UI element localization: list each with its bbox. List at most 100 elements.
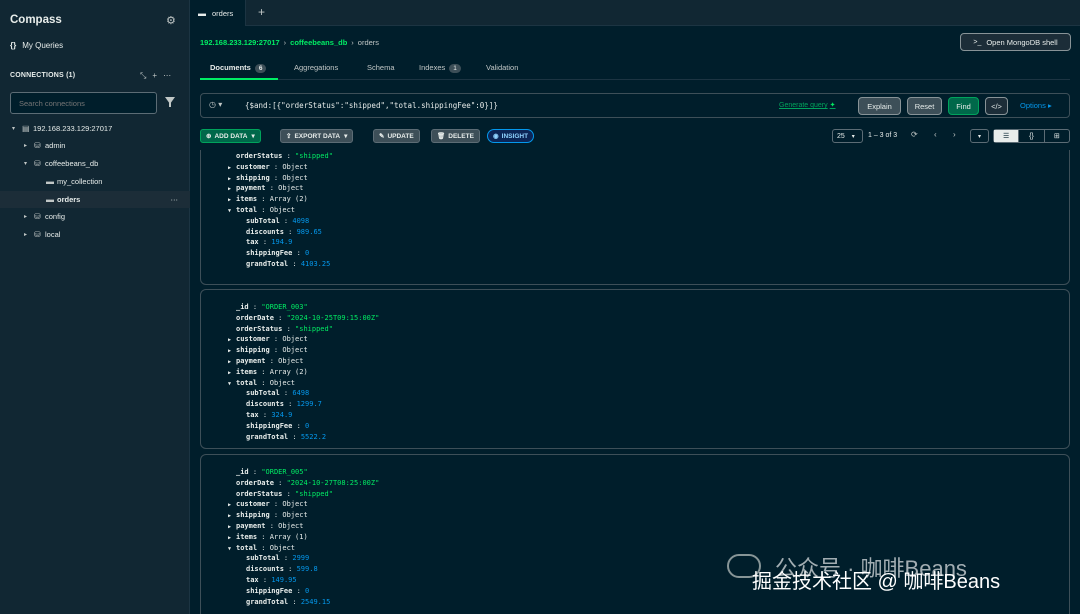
tab-schema[interactable]: Schema [367,63,395,72]
next-page-icon[interactable]: › [953,130,956,139]
search-connections-input[interactable] [10,92,157,114]
expand-icon[interactable]: ▶ [228,524,236,530]
document-field-grandtotal[interactable]: grandTotal : 2549.15 [246,598,330,606]
document-card[interactable]: orderStatus : "shipped" ▶ customer : Objec… [200,150,1070,285]
document-field-total[interactable]: ▼ total : Object [228,206,295,214]
document-field-items[interactable]: ▶ items : Array (2) [228,195,308,203]
expand-icon[interactable]: ▶ [228,165,236,171]
document-field-shipping[interactable]: ▶ shipping : Object [228,346,308,354]
chevron-down-icon[interactable]: ▾ [12,125,22,132]
filter-icon[interactable] [165,97,175,107]
document-field-shippingfee[interactable]: shippingFee : 0 [246,249,309,257]
tree-item-192-168-233-129-27017[interactable]: ▾ ▤ 192.168.233.129:27017 [0,120,190,137]
document-field-orderstatus[interactable]: orderStatus : "shipped" [228,325,333,333]
chevron-down-icon[interactable]: ▾ [24,160,34,167]
tree-item-local[interactable]: ▸ ⛁ local [0,226,190,243]
collapse-icon[interactable]: ▼ [228,546,236,552]
tree-item-admin[interactable]: ▸ ⛁ admin [0,137,190,154]
find-button[interactable]: Find [948,97,979,115]
export-data-button[interactable]: ⇪ EXPORT DATA ▾ [280,129,354,143]
update-button[interactable]: ✎ UPDATE [373,129,420,143]
document-field-customer[interactable]: ▶ customer : Object [228,335,308,343]
document-field-tax[interactable]: tax : 324.9 [246,411,292,419]
document-field-total[interactable]: ▼ total : Object [228,379,295,387]
tab-documents[interactable]: Documents 6 [210,63,267,73]
expand-icon[interactable]: ▶ [228,535,236,541]
prev-page-icon[interactable]: ‹ [934,130,937,139]
query-input[interactable]: {$and:[{"orderStatus":"shipped","total.s… [245,101,498,110]
document-field-discounts[interactable]: discounts : 599.8 [246,565,318,573]
document-field-total[interactable]: ▼ total : Object [228,544,295,552]
document-field-customer[interactable]: ▶ customer : Object [228,163,308,171]
collapse-icon[interactable]: ⤡ [140,71,146,80]
document-field-subtotal[interactable]: subTotal : 4098 [246,217,309,225]
document-card[interactable]: _id : "ORDER_003" orderDate : "2024-10-25… [200,289,1070,449]
document-field-items[interactable]: ▶ items : Array (2) [228,368,308,376]
page-size-select[interactable]: 25 ▾ [832,129,863,143]
my-queries-link[interactable]: {} My Queries [10,41,63,50]
document-field-items[interactable]: ▶ items : Array (1) [228,533,308,541]
document-field-shipping[interactable]: ▶ shipping : Object [228,174,308,182]
collapse-icon[interactable]: ▼ [228,381,236,387]
document-field-orderdate[interactable]: orderDate : "2024-10-27T08:25:00Z" [228,479,379,487]
gear-icon[interactable]: ⚙ [166,14,176,27]
document-field-grandtotal[interactable]: grandTotal : 5522.2 [246,433,326,441]
document-field-grandtotal[interactable]: grandTotal : 4103.25 [246,260,330,268]
breadcrumb-db[interactable]: coffeebeans_db [290,38,347,47]
tab-orders[interactable]: ▬ orders [190,0,246,26]
document-field-tax[interactable]: tax : 194.9 [246,238,292,246]
delete-button[interactable]: 🗑 DELETE [431,129,480,143]
chevron-right-icon[interactable]: ▸ [24,231,34,238]
expand-icon[interactable]: ▶ [228,359,236,365]
code-icon[interactable]: </> [985,97,1008,115]
document-field-payment[interactable]: ▶ payment : Object [228,522,303,530]
table-view-icon[interactable]: ⊞ [1045,130,1069,142]
document-field-orderstatus[interactable]: orderStatus : "shipped" [228,152,333,160]
more-icon[interactable]: ⋯ [163,71,171,80]
document-field-_id[interactable]: _id : "ORDER_003" [228,303,308,311]
expand-icon[interactable]: ▶ [228,502,236,508]
document-field-discounts[interactable]: discounts : 989.65 [246,228,322,236]
chevron-right-icon[interactable]: ▸ [24,142,34,149]
expand-icon[interactable]: ▶ [228,348,236,354]
tree-item-config[interactable]: ▸ ⛁ config [0,208,190,225]
document-field-_id[interactable]: _id : "ORDER_005" [228,468,308,476]
document-field-tax[interactable]: tax : 149.95 [246,576,297,584]
document-field-payment[interactable]: ▶ payment : Object [228,357,303,365]
expand-icon[interactable]: ▶ [228,370,236,376]
breadcrumb-host[interactable]: 192.168.233.129:27017 [200,38,280,47]
document-field-shipping[interactable]: ▶ shipping : Object [228,511,308,519]
document-field-subtotal[interactable]: subTotal : 2999 [246,554,309,562]
expand-icon[interactable]: ▶ [228,176,236,182]
tab-validation[interactable]: Validation [486,63,518,72]
collapse-icon[interactable]: ▼ [228,208,236,214]
add-data-button[interactable]: ⊕ ADD DATA ▾ [200,129,261,143]
tab-aggregations[interactable]: Aggregations [294,63,338,72]
options-toggle[interactable]: Options ▸ [1020,101,1052,110]
document-field-orderdate[interactable]: orderDate : "2024-10-25T09:15:00Z" [228,314,379,322]
refresh-icon[interactable]: ⟳ [911,130,918,139]
document-field-discounts[interactable]: discounts : 1299.7 [246,400,322,408]
expand-icon[interactable]: ▶ [228,186,236,192]
expand-icon[interactable]: ▶ [228,337,236,343]
document-field-shippingfee[interactable]: shippingFee : 0 [246,422,309,430]
chevron-right-icon[interactable]: ▸ [24,213,34,220]
view-options-dropdown[interactable]: ▾ [970,129,989,143]
open-shell-button[interactable]: >_ Open MongoDB shell [960,33,1071,51]
tree-item-my-collection[interactable]: ▬ my_collection [0,173,190,190]
document-field-shippingfee[interactable]: shippingFee : 0 [246,587,309,595]
tree-item-coffeebeans-db[interactable]: ▾ ⛁ coffeebeans_db [0,155,190,172]
generate-query-link[interactable]: Generate query ✦ [779,101,836,109]
list-view-icon[interactable]: ☰ [994,130,1020,142]
add-connection-icon[interactable]: + [152,71,157,80]
more-icon[interactable]: ⋯ [171,195,179,204]
query-history-icon[interactable]: ◷ ▾ [209,100,222,109]
expand-icon[interactable]: ▶ [228,197,236,203]
insight-badge[interactable]: ◉ INSIGHT [487,129,535,143]
document-field-orderstatus[interactable]: orderStatus : "shipped" [228,490,333,498]
document-field-subtotal[interactable]: subTotal : 6498 [246,389,309,397]
add-tab-icon[interactable]: + [258,5,265,19]
expand-icon[interactable]: ▶ [228,513,236,519]
tree-item-orders[interactable]: ▬ orders ⋯ [0,191,190,208]
document-field-customer[interactable]: ▶ customer : Object [228,500,308,508]
